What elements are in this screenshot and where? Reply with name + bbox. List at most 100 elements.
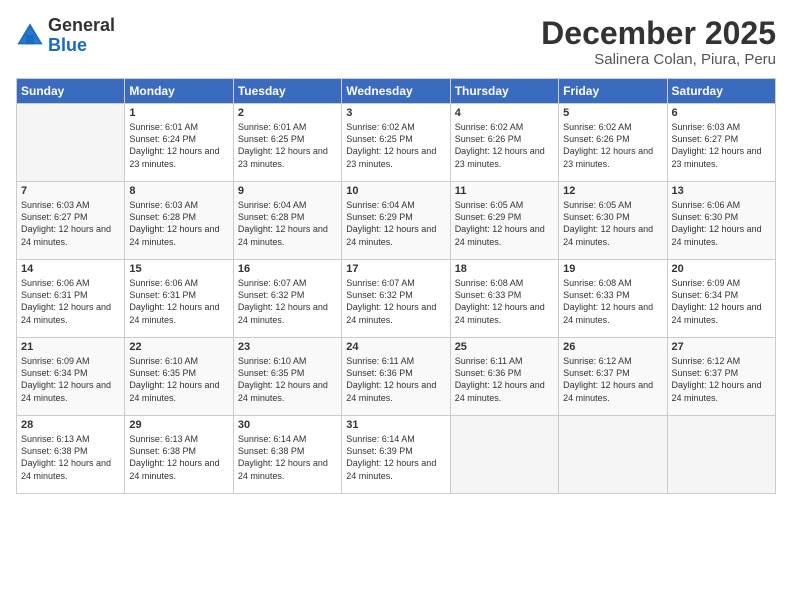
sunrise-text: Sunrise: 6:04 AM (346, 200, 415, 210)
sunset-text: Sunset: 6:35 PM (129, 368, 196, 378)
calendar-cell: 23 Sunrise: 6:10 AM Sunset: 6:35 PM Dayl… (233, 338, 341, 416)
daylight-text: Daylight: 12 hours and 24 minutes. (238, 224, 328, 246)
calendar-cell: 4 Sunrise: 6:02 AM Sunset: 6:26 PM Dayli… (450, 104, 558, 182)
sunrise-text: Sunrise: 6:01 AM (238, 122, 307, 132)
day-number: 17 (346, 263, 445, 275)
subtitle: Salinera Colan, Piura, Peru (541, 51, 776, 68)
day-number: 23 (238, 341, 337, 353)
day-number: 22 (129, 341, 228, 353)
day-number: 19 (563, 263, 662, 275)
calendar-cell: 1 Sunrise: 6:01 AM Sunset: 6:24 PM Dayli… (125, 104, 233, 182)
calendar-cell: 21 Sunrise: 6:09 AM Sunset: 6:34 PM Dayl… (17, 338, 125, 416)
day-info: Sunrise: 6:01 AM Sunset: 6:24 PM Dayligh… (129, 121, 228, 170)
sunset-text: Sunset: 6:32 PM (238, 290, 305, 300)
daylight-text: Daylight: 12 hours and 24 minutes. (238, 380, 328, 402)
day-number: 29 (129, 419, 228, 431)
daylight-text: Daylight: 12 hours and 24 minutes. (672, 380, 762, 402)
calendar-cell (17, 104, 125, 182)
logo-blue-text: Blue (48, 36, 115, 56)
day-number: 24 (346, 341, 445, 353)
daylight-text: Daylight: 12 hours and 24 minutes. (672, 224, 762, 246)
calendar-cell: 24 Sunrise: 6:11 AM Sunset: 6:36 PM Dayl… (342, 338, 450, 416)
sunrise-text: Sunrise: 6:07 AM (238, 278, 307, 288)
sunrise-text: Sunrise: 6:02 AM (563, 122, 632, 132)
sunset-text: Sunset: 6:28 PM (238, 212, 305, 222)
sunrise-text: Sunrise: 6:14 AM (238, 434, 307, 444)
title-area: December 2025 Salinera Colan, Piura, Per… (541, 16, 776, 68)
day-number: 6 (672, 107, 771, 119)
day-info: Sunrise: 6:02 AM Sunset: 6:25 PM Dayligh… (346, 121, 445, 170)
day-info: Sunrise: 6:01 AM Sunset: 6:25 PM Dayligh… (238, 121, 337, 170)
sunrise-text: Sunrise: 6:06 AM (672, 200, 741, 210)
sunset-text: Sunset: 6:29 PM (455, 212, 522, 222)
day-number: 7 (21, 185, 120, 197)
calendar-cell: 20 Sunrise: 6:09 AM Sunset: 6:34 PM Dayl… (667, 260, 775, 338)
calendar-cell: 8 Sunrise: 6:03 AM Sunset: 6:28 PM Dayli… (125, 182, 233, 260)
calendar-cell: 30 Sunrise: 6:14 AM Sunset: 6:38 PM Dayl… (233, 416, 341, 494)
sunset-text: Sunset: 6:34 PM (672, 290, 739, 300)
sunset-text: Sunset: 6:24 PM (129, 134, 196, 144)
calendar-cell (667, 416, 775, 494)
calendar-cell: 19 Sunrise: 6:08 AM Sunset: 6:33 PM Dayl… (559, 260, 667, 338)
day-info: Sunrise: 6:02 AM Sunset: 6:26 PM Dayligh… (563, 121, 662, 170)
daylight-text: Daylight: 12 hours and 24 minutes. (21, 380, 111, 402)
logo: General Blue (16, 16, 115, 56)
sunrise-text: Sunrise: 6:13 AM (21, 434, 90, 444)
daylight-text: Daylight: 12 hours and 23 minutes. (238, 146, 328, 168)
sunset-text: Sunset: 6:34 PM (21, 368, 88, 378)
logo-text: General Blue (48, 16, 115, 56)
day-number: 12 (563, 185, 662, 197)
sunset-text: Sunset: 6:36 PM (455, 368, 522, 378)
calendar-cell: 12 Sunrise: 6:05 AM Sunset: 6:30 PM Dayl… (559, 182, 667, 260)
day-number: 10 (346, 185, 445, 197)
sunrise-text: Sunrise: 6:08 AM (455, 278, 524, 288)
calendar-week-1: 1 Sunrise: 6:01 AM Sunset: 6:24 PM Dayli… (17, 104, 776, 182)
sunset-text: Sunset: 6:33 PM (455, 290, 522, 300)
sunset-text: Sunset: 6:32 PM (346, 290, 413, 300)
day-number: 9 (238, 185, 337, 197)
sunset-text: Sunset: 6:36 PM (346, 368, 413, 378)
sunset-text: Sunset: 6:31 PM (129, 290, 196, 300)
sunset-text: Sunset: 6:31 PM (21, 290, 88, 300)
col-tuesday: Tuesday (233, 79, 341, 104)
col-sunday: Sunday (17, 79, 125, 104)
daylight-text: Daylight: 12 hours and 24 minutes. (21, 458, 111, 480)
day-info: Sunrise: 6:03 AM Sunset: 6:27 PM Dayligh… (21, 199, 120, 248)
sunrise-text: Sunrise: 6:13 AM (129, 434, 198, 444)
daylight-text: Daylight: 12 hours and 23 minutes. (346, 146, 436, 168)
sunset-text: Sunset: 6:38 PM (21, 446, 88, 456)
sunset-text: Sunset: 6:25 PM (238, 134, 305, 144)
calendar-table: Sunday Monday Tuesday Wednesday Thursday… (16, 78, 776, 494)
day-info: Sunrise: 6:04 AM Sunset: 6:29 PM Dayligh… (346, 199, 445, 248)
sunset-text: Sunset: 6:28 PM (129, 212, 196, 222)
daylight-text: Daylight: 12 hours and 24 minutes. (672, 302, 762, 324)
sunrise-text: Sunrise: 6:10 AM (238, 356, 307, 366)
calendar-cell: 25 Sunrise: 6:11 AM Sunset: 6:36 PM Dayl… (450, 338, 558, 416)
calendar-week-5: 28 Sunrise: 6:13 AM Sunset: 6:38 PM Dayl… (17, 416, 776, 494)
daylight-text: Daylight: 12 hours and 24 minutes. (21, 224, 111, 246)
calendar-cell: 3 Sunrise: 6:02 AM Sunset: 6:25 PM Dayli… (342, 104, 450, 182)
header: General Blue December 2025 Salinera Cola… (16, 16, 776, 68)
day-info: Sunrise: 6:12 AM Sunset: 6:37 PM Dayligh… (672, 355, 771, 404)
day-info: Sunrise: 6:03 AM Sunset: 6:28 PM Dayligh… (129, 199, 228, 248)
sunrise-text: Sunrise: 6:03 AM (21, 200, 90, 210)
daylight-text: Daylight: 12 hours and 24 minutes. (129, 224, 219, 246)
header-row: Sunday Monday Tuesday Wednesday Thursday… (17, 79, 776, 104)
day-info: Sunrise: 6:07 AM Sunset: 6:32 PM Dayligh… (238, 277, 337, 326)
calendar-cell (450, 416, 558, 494)
day-info: Sunrise: 6:13 AM Sunset: 6:38 PM Dayligh… (21, 433, 120, 482)
day-info: Sunrise: 6:11 AM Sunset: 6:36 PM Dayligh… (346, 355, 445, 404)
daylight-text: Daylight: 12 hours and 24 minutes. (563, 302, 653, 324)
sunrise-text: Sunrise: 6:11 AM (346, 356, 414, 366)
day-info: Sunrise: 6:13 AM Sunset: 6:38 PM Dayligh… (129, 433, 228, 482)
daylight-text: Daylight: 12 hours and 23 minutes. (672, 146, 762, 168)
sunrise-text: Sunrise: 6:12 AM (563, 356, 632, 366)
day-number: 25 (455, 341, 554, 353)
daylight-text: Daylight: 12 hours and 24 minutes. (563, 380, 653, 402)
day-number: 16 (238, 263, 337, 275)
col-thursday: Thursday (450, 79, 558, 104)
calendar-cell: 28 Sunrise: 6:13 AM Sunset: 6:38 PM Dayl… (17, 416, 125, 494)
sunrise-text: Sunrise: 6:11 AM (455, 356, 523, 366)
calendar-cell (559, 416, 667, 494)
day-number: 8 (129, 185, 228, 197)
